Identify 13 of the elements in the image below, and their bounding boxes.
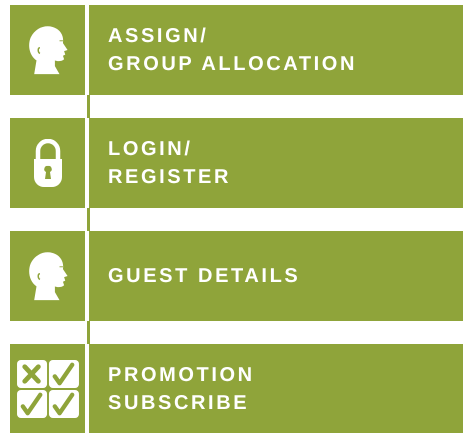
menu-label: GUEST DETAILS [108,264,300,289]
connector-line [87,208,90,231]
menu-label: LOGIN/ REGISTER [108,137,232,190]
checklist-icon [16,359,80,419]
menu-item[interactable]: PROMOTION SUBSCRIBE [89,344,463,433]
menu-label: ASSIGN/ GROUP ALLOCATION [108,24,358,77]
connector-line [87,95,90,118]
menu-label: PROMOTION SUBSCRIBE [108,363,255,416]
connector-line [87,321,90,344]
menu-item[interactable]: GUEST DETAILS [89,231,463,321]
padlock-icon [32,139,62,187]
menu-item[interactable]: LOGIN/ REGISTER [89,118,463,208]
menu-item[interactable]: ASSIGN/ GROUP ALLOCATION [89,5,463,95]
